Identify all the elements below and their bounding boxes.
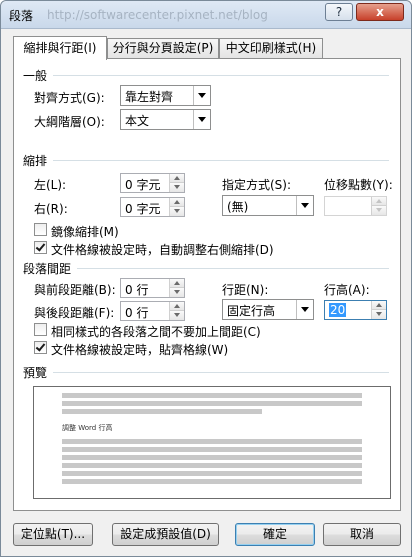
line-spacing-at-spinner[interactable]: 20 [324,300,387,320]
spin-down-icon[interactable] [169,288,184,297]
line-spacing-at-label: 行高(A): [324,283,370,297]
spin-down-icon[interactable] [371,310,386,319]
line-spacing-at-value: 20 [329,303,347,317]
snap-to-grid-label[interactable]: 文件格線被設定時，貼齊格線(W) [51,341,228,358]
preview-prev-line [62,409,262,414]
indent-right-value: 0 字元 [125,202,161,216]
mirror-indents-checkbox[interactable] [34,223,47,236]
spin-up-icon[interactable] [371,197,386,206]
preview-next-line [62,471,362,476]
indent-heading: 縮排 [23,154,48,168]
indent-left-label: 左(L): [34,178,67,192]
line-spacing-label: 行距(N): [222,283,269,297]
spin-up-icon[interactable] [169,174,184,183]
outline-level-value: 本文 [125,114,150,128]
preview-divider [53,372,389,373]
indent-by-label: 位移點數(Y): [324,178,393,192]
no-space-same-style-label[interactable]: 相同樣式的各段落之間不要加上間距(C) [51,323,261,340]
spacing-after-value: 0 行 [125,306,149,320]
preview-next-line [62,463,362,468]
spin-up-icon[interactable] [169,198,184,207]
preview-next-line [62,479,362,484]
spin-down-icon[interactable] [169,311,184,320]
outline-level-select[interactable]: 本文 [120,109,211,130]
line-spacing-value: 固定行高 [227,304,276,318]
snap-to-grid-checkbox[interactable] [34,341,47,354]
preview-next-line [62,455,362,460]
preview-heading: 預覽 [23,366,48,380]
preview-prev-line [62,401,362,406]
spin-up-icon[interactable] [169,302,184,311]
no-space-same-style-checkbox[interactable] [34,323,47,336]
indent-divider [53,160,389,161]
dropdown-arrow-icon[interactable] [296,196,313,215]
indent-right-label: 右(R): [34,202,68,216]
mirror-indents-label[interactable]: 鏡像縮排(M) [51,223,119,240]
special-indent-select[interactable]: (無) [222,195,314,216]
indent-left-value: 0 字元 [125,178,161,192]
indent-right-spinner[interactable]: 0 字元 [120,197,185,217]
general-heading: 一般 [23,69,48,83]
spacing-heading: 段落間距 [23,262,72,276]
alignment-select[interactable]: 靠左對齊 [120,85,211,106]
dropdown-arrow-icon[interactable] [193,110,210,129]
spin-up-icon[interactable] [169,279,184,288]
checkmark-icon [35,241,46,252]
spin-down-icon[interactable] [169,207,184,216]
spacing-after-spinner[interactable]: 0 行 [120,301,185,321]
spin-down-icon[interactable] [169,183,184,192]
preview-next-line [62,439,362,444]
spacing-before-label: 與前段距離(B): [34,283,116,297]
dropdown-arrow-icon[interactable] [296,300,313,319]
panel-content: 一般 對齊方式(G): 靠左對齊 大綱階層(O): 本文 縮排 左(L): 0 … [1,1,411,556]
outline-level-label: 大綱階層(O): [34,115,105,129]
indent-by-spinner[interactable] [324,196,387,216]
indent-left-spinner[interactable]: 0 字元 [120,173,185,193]
spin-up-icon[interactable] [371,301,386,310]
general-divider [53,75,389,76]
alignment-value: 靠左對齊 [125,90,174,104]
preview-pane: 調整 Word 行高 [33,386,391,499]
spacing-before-value: 0 行 [125,283,149,297]
auto-adjust-indent-label[interactable]: 文件格線被設定時，自動調整右側縮排(D) [51,241,274,258]
preview-prev-line [62,393,362,398]
checkmark-icon [35,341,46,352]
spin-down-icon[interactable] [371,206,386,215]
spacing-after-label: 與後段距離(F): [34,306,115,320]
preview-next-line [62,447,362,452]
spacing-divider [77,268,389,269]
dropdown-arrow-icon[interactable] [193,86,210,105]
paragraph-dialog: 段落 http://softwarecenter.pixnet.net/blog… [0,0,412,557]
spacing-before-spinner[interactable]: 0 行 [120,278,185,298]
special-indent-label: 指定方式(S): [222,178,292,192]
auto-adjust-indent-checkbox[interactable] [34,241,47,254]
alignment-label: 對齊方式(G): [34,91,105,105]
special-indent-value: (無) [227,200,249,214]
preview-sample-text: 調整 Word 行高 [62,424,113,432]
line-spacing-select[interactable]: 固定行高 [222,299,314,320]
